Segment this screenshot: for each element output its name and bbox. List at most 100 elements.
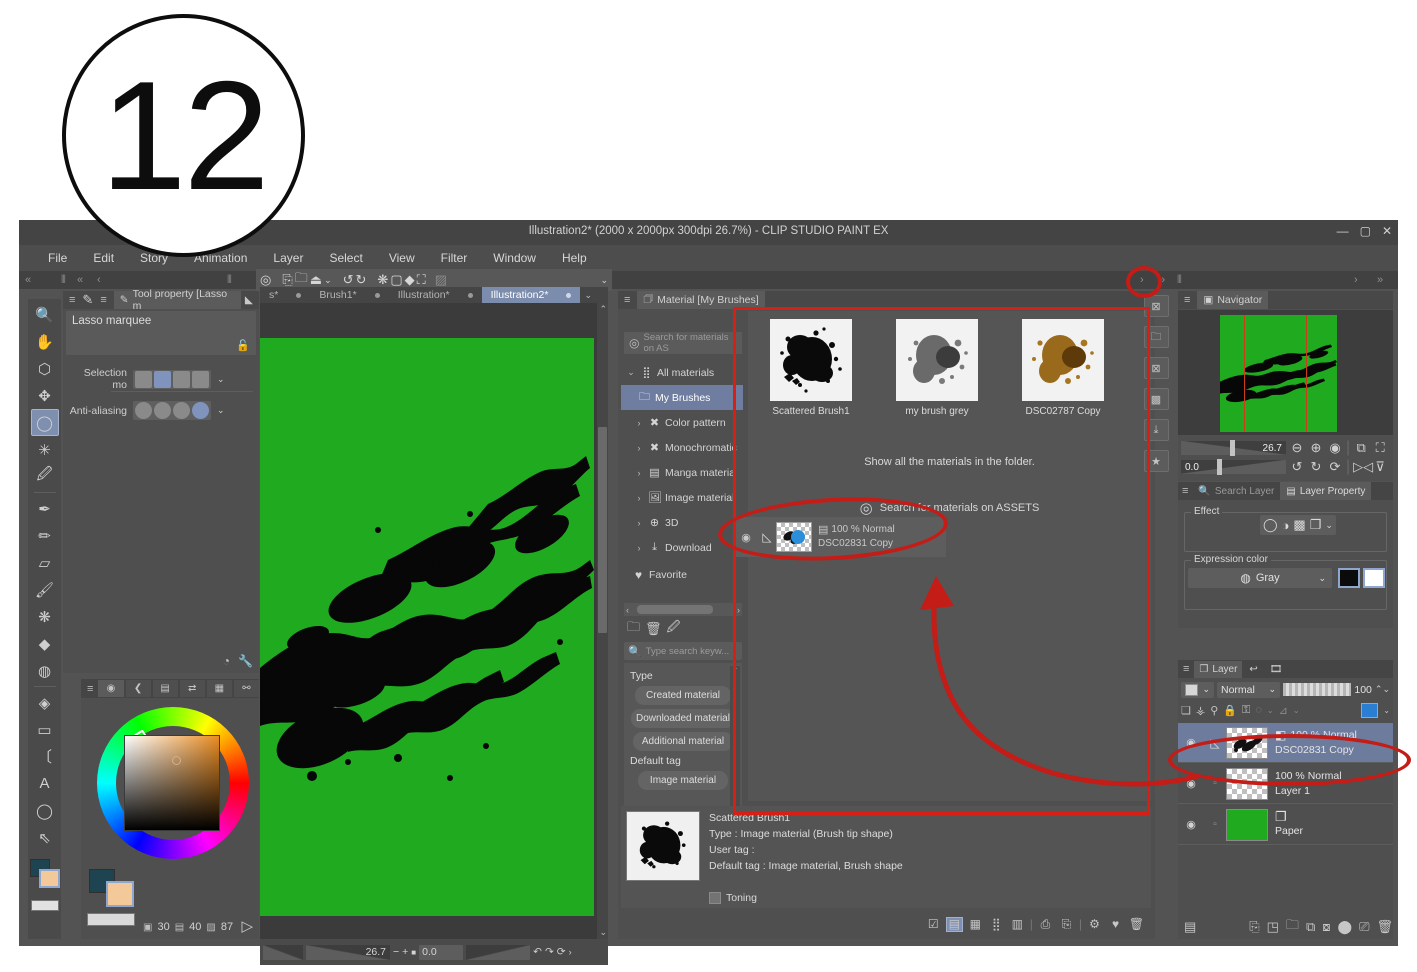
tab-overflow-chevron-down-icon[interactable]: ⌄: [584, 290, 592, 301]
lock-icon[interactable]: 🔓: [236, 339, 250, 352]
ruler-link-icon[interactable]: ⚲: [1210, 704, 1218, 717]
selection-mode-subtract-icon[interactable]: [173, 370, 190, 388]
hamburger-icon[interactable]: ≡: [1178, 485, 1192, 497]
clip-below-icon[interactable]: ❏: [1181, 704, 1191, 717]
halftone-icon[interactable]: ▩: [1293, 517, 1305, 533]
menu-item-select[interactable]: Select: [316, 251, 375, 265]
selection-mode-buttons[interactable]: [133, 369, 211, 389]
selection-mode-chevron-down-icon[interactable]: ⌄: [217, 374, 225, 385]
canvas[interactable]: [260, 338, 594, 916]
anti-aliasing-buttons[interactable]: [133, 401, 211, 420]
mask-icon[interactable]: ⬤: [1338, 919, 1353, 935]
tag-pill-additional-material[interactable]: Additional material: [633, 732, 733, 751]
download-folder-icon[interactable]: ⤓: [1143, 419, 1169, 441]
transfer-down-icon[interactable]: ⧉: [1306, 919, 1315, 935]
eyedropper-tool[interactable]: 🖉: [31, 463, 59, 490]
correct-line-tool[interactable]: ⇖: [31, 824, 59, 851]
tag-pill-image-material[interactable]: Image material: [638, 771, 728, 790]
tab-layer[interactable]: ❐ Layer: [1194, 660, 1243, 678]
sv-marker[interactable]: [172, 756, 181, 765]
sub-color-swatch[interactable]: [106, 881, 134, 907]
eraser-tool[interactable]: ▱: [31, 549, 59, 576]
tree-item-my-brushes[interactable]: 🗀 My Brushes: [621, 385, 743, 410]
tab-color-wheel[interactable]: ◉: [98, 680, 124, 697]
chevron-down-icon[interactable]: ⌄: [1202, 684, 1210, 695]
document-tab-2[interactable]: Illustration*: [389, 287, 482, 303]
tab-animation[interactable]: 🎞: [1265, 661, 1288, 678]
selection-mode-new-icon[interactable]: [135, 370, 152, 388]
favorite-folder-icon[interactable]: ★: [1143, 450, 1169, 472]
scroll-down-icon[interactable]: ⌄: [599, 927, 607, 938]
chevron-down2-icon[interactable]: ⌄: [1293, 706, 1300, 715]
divider-handle2-icon[interactable]: ⦀: [227, 274, 232, 287]
tree-horizontal-scrollbar[interactable]: ‹ ›: [624, 603, 742, 616]
tag-pill-created-material[interactable]: Created material: [635, 686, 731, 705]
scroll-up-icon[interactable]: ⌃: [599, 304, 607, 315]
transparent-color-swatch[interactable]: [87, 913, 135, 926]
tone-effect-icon[interactable]: ◑: [1282, 518, 1290, 533]
hand-tool[interactable]: ✋: [31, 328, 59, 355]
caret-down2-icon[interactable]: ⌄: [600, 275, 608, 286]
check-material-icon[interactable]: ☑: [925, 917, 942, 932]
redo-icon[interactable]: ↻: [356, 272, 367, 288]
border-effect-icon[interactable]: ◯: [1263, 517, 1278, 533]
tree-item-all-materials[interactable]: ⌄ ⣿ All materials: [621, 360, 743, 385]
palette-icon[interactable]: ▤: [1184, 919, 1196, 935]
zoom-out-icon[interactable]: ⊖: [1289, 440, 1305, 456]
shape-tool[interactable]: ◈: [31, 689, 59, 716]
tab-history[interactable]: ↩: [1244, 661, 1262, 678]
zoom-in-button[interactable]: +: [402, 946, 408, 958]
reset-rotation-icon[interactable]: ⟳: [557, 946, 566, 958]
lock-icon[interactable]: 🔒: [1223, 704, 1237, 717]
clip-icon[interactable]: ⎚: [1359, 919, 1369, 935]
tab-color-set[interactable]: ▤: [152, 680, 178, 697]
search-assets-button[interactable]: ◎ Search for materials on AS: [624, 332, 742, 354]
menu-item-file[interactable]: File: [35, 251, 80, 265]
palette-color-icon[interactable]: [1361, 702, 1379, 718]
mask-icon[interactable]: ⚶: [1196, 704, 1205, 717]
material-thumb-2[interactable]: DSC02787 Copy: [1022, 319, 1104, 417]
status-expand-icon[interactable]: ›: [569, 947, 572, 957]
settings-icon[interactable]: ⚙: [1086, 917, 1103, 932]
tool-property-footer-icons[interactable]: ◔ 🔧: [223, 654, 253, 668]
tree-item-3d[interactable]: › ⊕ 3D: [621, 510, 743, 535]
close-icon[interactable]: ✕: [1382, 224, 1392, 238]
saturation-value-box[interactable]: [124, 735, 220, 831]
favorite-icon[interactable]: ♥: [1107, 917, 1124, 932]
fit-icon[interactable]: ◉: [1327, 440, 1343, 456]
chevron-right-icon[interactable]: ›: [634, 418, 644, 428]
collapse-left2-icon[interactable]: «: [77, 274, 83, 286]
divider-handle4-icon[interactable]: ⦀: [1177, 274, 1182, 287]
divider-handle-icon[interactable]: ⦀: [61, 274, 66, 287]
tool-color-swatches[interactable]: [28, 857, 61, 897]
rotation-field[interactable]: 0.0: [419, 944, 464, 960]
menu-item-filter[interactable]: Filter: [428, 251, 481, 265]
close-folder-icon[interactable]: ⊠: [1143, 295, 1169, 317]
aa-strong-icon[interactable]: [192, 402, 209, 419]
ruler-show-icon[interactable]: ⊿: [1279, 704, 1288, 717]
save-icon[interactable]: ⏏: [310, 272, 322, 288]
lock-placeholder-icon[interactable]: ▫: [1204, 778, 1226, 789]
new-vector-layer-icon[interactable]: ◳: [1267, 919, 1279, 935]
zoom-in-icon[interactable]: ⊕: [1308, 440, 1324, 456]
undo-icon[interactable]: ↺: [343, 272, 354, 288]
document-tab-0[interactable]: s*: [260, 287, 310, 303]
menu-item-help[interactable]: Help: [549, 251, 600, 265]
opacity-stepper-icon[interactable]: ⌃⌄: [1375, 684, 1390, 695]
tree-item-color-pattern[interactable]: › ✖ Color pattern: [621, 410, 743, 435]
tab-search-layer[interactable]: 🔍 Search Layer: [1192, 482, 1280, 500]
layer-row-dsc02831-copy[interactable]: ◉ ◺ ◧ 100 % Normal DSC02831 Copy: [1178, 723, 1393, 763]
canvas-vertical-scrollbar[interactable]: ⌃ ⌄: [597, 303, 608, 939]
list-view-icon[interactable]: ▥: [1009, 917, 1026, 932]
expression-main-color-swatch[interactable]: [1338, 568, 1360, 588]
hamburger-icon[interactable]: ≡: [66, 294, 78, 306]
layer-row-layer-1[interactable]: ◉ ▫ 100 % Normal Layer 1: [1178, 764, 1393, 804]
combine-down-icon[interactable]: ⧇: [1322, 919, 1330, 935]
layer-kind-select[interactable]: ⌄: [1181, 681, 1214, 698]
window-controls[interactable]: — ▢ ✕: [1337, 224, 1392, 238]
rotate-right-icon[interactable]: ↻: [1308, 459, 1324, 475]
tab-color-history[interactable]: ⚯: [233, 680, 259, 697]
pen-icon[interactable]: ◺: [758, 530, 776, 544]
menu-item-window[interactable]: Window: [480, 251, 549, 265]
material-bottom-toolbar[interactable]: ☑ ▤ ▦ ⣿ ▥ | ⎙ ⎘ | ⚙ ♥ 🗑: [621, 913, 1151, 935]
